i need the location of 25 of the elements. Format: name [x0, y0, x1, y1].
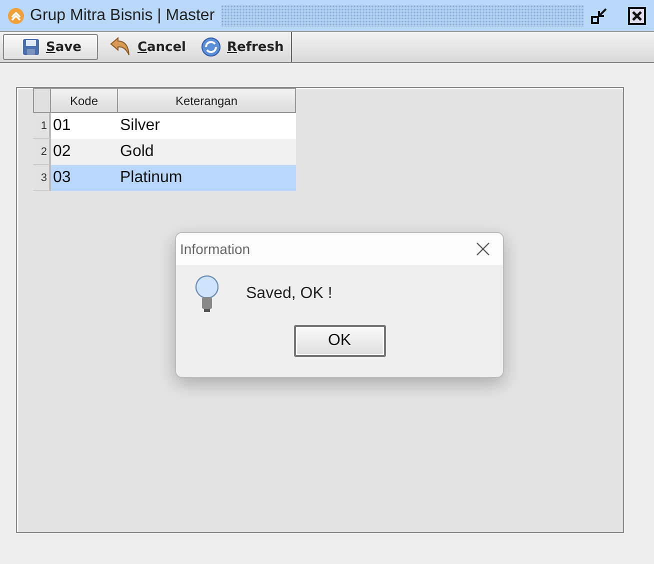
dialog-title: Information: [180, 241, 250, 257]
row-number: 3: [33, 165, 51, 191]
table-cell: 01: [51, 113, 118, 139]
column-header: Keterangan: [118, 88, 296, 113]
refresh-icon: [201, 37, 222, 57]
dialog-message: Saved, OK !: [246, 285, 332, 303]
light-bulb-icon: [194, 275, 220, 313]
table-cell: Gold: [118, 139, 296, 165]
refresh-button[interactable]: Refresh: [194, 34, 288, 60]
table-cell: 02: [51, 139, 118, 165]
window-title: Grup Mitra Bisnis | Master: [30, 6, 215, 24]
close-icon[interactable]: [628, 6, 646, 24]
close-button[interactable]: [475, 241, 491, 257]
ok-button[interactable]: OK: [294, 325, 386, 357]
table-cell: Silver: [118, 113, 296, 139]
row-number: 1: [33, 113, 51, 139]
restore-icon[interactable]: [590, 6, 608, 24]
save-button[interactable]: Save: [3, 34, 98, 60]
undo-arrow-icon: [109, 37, 132, 57]
table-cell: Platinum: [118, 165, 296, 191]
table-cell: 03: [51, 165, 118, 191]
app-icon: [8, 8, 24, 24]
column-header: Kode: [51, 88, 118, 113]
row-number: 2: [33, 139, 51, 165]
cancel-button[interactable]: Cancel: [102, 34, 190, 60]
